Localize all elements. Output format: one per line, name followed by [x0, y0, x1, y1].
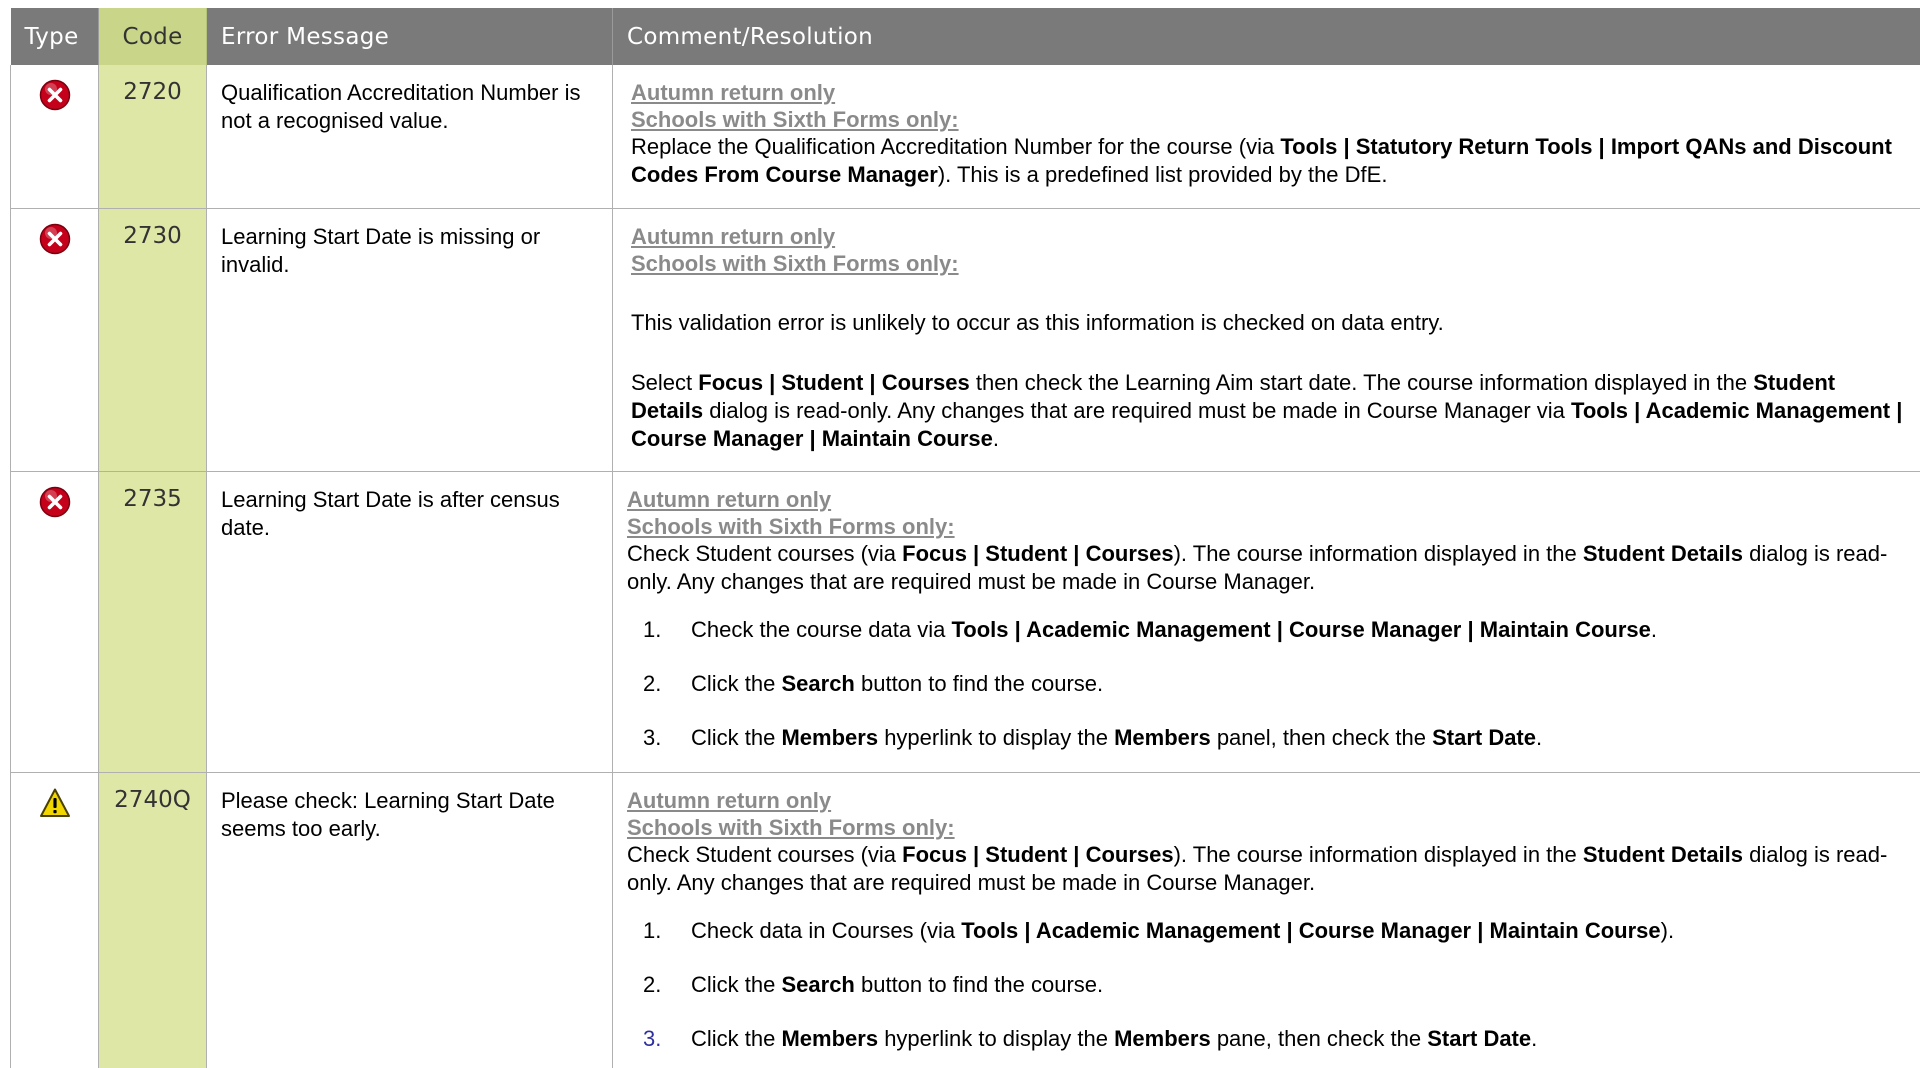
step-text: Check data in Courses (via Tools | Acade… [691, 917, 1675, 943]
step-text: Click the Members hyperlink to display t… [691, 724, 1543, 750]
resolution-steps: 1. Check data in Courses (via Tools | Aca… [627, 917, 1906, 1053]
code-cell: 2735 [98, 471, 207, 773]
error-icon [39, 79, 71, 111]
comment-resolution-cell: Autumn return only Schools with Sixth Fo… [612, 471, 1920, 773]
step-number: 1. [643, 616, 662, 642]
code-cell: 2740Q [98, 772, 207, 1068]
type-cell [10, 471, 99, 773]
list-item: 3. Click the Members hyperlink to display… [627, 724, 1906, 752]
autumn-return-only-flag: Autumn return only [631, 80, 836, 105]
step-text: Click the Search button to find the cour… [691, 971, 1104, 997]
table-row: 2720 Qualification Accreditation Number … [10, 65, 1920, 209]
resolution-text: Replace the Qualification Accreditation … [631, 134, 1892, 187]
step-text: Click the Search button to find the cour… [691, 670, 1104, 696]
step-text: Check the course data via Tools | Academ… [691, 616, 1658, 642]
menu-path: Focus | Student | Courses [698, 369, 970, 395]
code-cell: 2720 [98, 65, 207, 209]
autumn-return-only-flag: Autumn return only [627, 787, 832, 813]
table-row: 2735 Learning Start Date is after census… [10, 471, 1920, 773]
step-number: 2. [643, 971, 662, 997]
table-row: 2730 Learning Start Date is missing or i… [10, 208, 1920, 472]
error-icon [39, 486, 71, 518]
sixth-forms-only-flag: Schools with Sixth Forms only: [631, 250, 959, 276]
menu-path: Focus | Student | Courses [902, 540, 1174, 566]
autumn-return-only-flag: Autumn return only [631, 223, 836, 249]
step-text: Click the Members hyperlink to display t… [691, 1025, 1538, 1051]
column-header-type: Type [10, 8, 99, 65]
table-header-row: Type Code Error Message Comment/Resoluti… [10, 8, 1920, 65]
list-item: 1. Check the course data via Tools | Acad… [627, 616, 1906, 644]
type-cell [10, 65, 99, 209]
warning-icon [39, 787, 71, 819]
error-message-cell: Learning Start Date is after census date… [206, 471, 613, 773]
dialog-name: Student Details [1582, 841, 1744, 867]
comment-resolution-cell: Autumn return only Schools with Sixth Fo… [612, 208, 1920, 472]
list-item: 3. Click the Members hyperlink to display… [627, 1025, 1906, 1053]
type-cell [10, 208, 99, 472]
autumn-return-only-flag: Autumn return only [627, 486, 832, 512]
error-message-cell: Learning Start Date is missing or invali… [206, 208, 613, 472]
column-header-error-message: Error Message [206, 8, 613, 65]
step-number: 2. [643, 670, 662, 696]
resolution-text: Check Student courses (via Focus | Stude… [627, 841, 1888, 895]
error-icon [39, 223, 71, 255]
error-message-cell: Qualification Accreditation Number is no… [206, 65, 613, 209]
list-item: 1. Check data in Courses (via Tools | Aca… [627, 917, 1906, 945]
comment-resolution-cell: Autumn return only Schools with Sixth Fo… [612, 65, 1920, 209]
error-message-cell: Please check: Learning Start Date seems … [206, 772, 613, 1068]
table-row: 2740Q Please check: Learning Start Date … [10, 772, 1920, 1068]
step-number: 1. [643, 917, 662, 943]
menu-path: Focus | Student | Courses [902, 841, 1174, 867]
list-item: 2. Click the Search button to find the co… [627, 670, 1906, 698]
column-header-comment-resolution: Comment/Resolution [612, 8, 1920, 65]
list-item: 2. Click the Search button to find the co… [627, 971, 1906, 999]
step-number: 3. [643, 724, 662, 750]
code-cell: 2730 [98, 208, 207, 472]
validation-errors-table: Type Code Error Message Comment/Resoluti… [10, 8, 1920, 1068]
resolution-text: Check Student courses (via Focus | Stude… [627, 540, 1888, 594]
dialog-name: Student Details [1582, 540, 1744, 566]
resolution-text: This validation error is unlikely to occ… [631, 309, 1444, 335]
validation-errors-table-container: Type Code Error Message Comment/Resoluti… [10, 8, 1920, 1068]
column-header-code: Code [98, 8, 207, 65]
step-number: 3. [643, 1025, 662, 1051]
sixth-forms-only-flag: Schools with Sixth Forms only: [627, 513, 955, 539]
resolution-steps: 1. Check the course data via Tools | Acad… [627, 616, 1906, 752]
sixth-forms-only-flag: Schools with Sixth Forms only: [631, 107, 959, 132]
sixth-forms-only-flag: Schools with Sixth Forms only: [627, 814, 955, 840]
type-cell [10, 772, 99, 1068]
resolution-text: Select Focus | Student | Courses then ch… [631, 369, 1903, 451]
comment-resolution-cell: Autumn return only Schools with Sixth Fo… [612, 772, 1920, 1068]
